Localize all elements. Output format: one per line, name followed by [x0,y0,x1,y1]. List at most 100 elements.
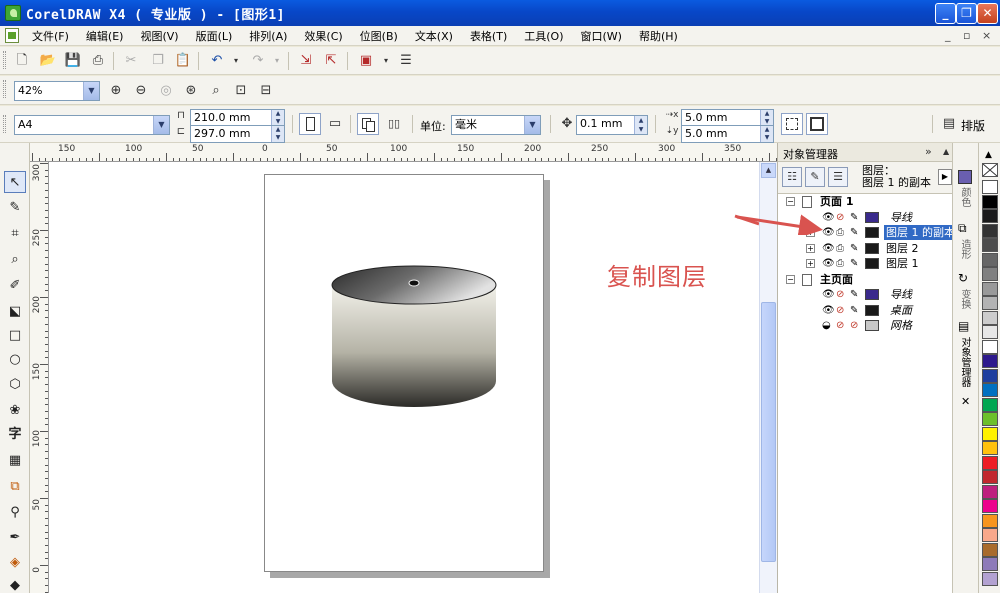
palette-swatch[interactable] [982,426,998,441]
edit-lock-icon[interactable]: ✎ [850,288,858,301]
palette-swatch[interactable] [982,455,998,470]
palette-swatch[interactable] [982,310,998,325]
ellipse-tool-icon[interactable]: ○ [4,349,26,371]
layer-row[interactable]: 👁 ⊘ ✎ 导线 [778,287,953,302]
menu-tools[interactable]: 工具(O) [524,28,563,44]
palette-swatch[interactable] [982,368,998,383]
palette-swatch[interactable] [982,209,998,223]
shaping-tab-icon[interactable]: ⧉ [958,221,967,236]
close-button[interactable]: ✕ [977,3,998,24]
edit-lock-icon[interactable]: ✎ [850,304,858,317]
page-height-field[interactable]: 297.0 mm ▲ ▼ [190,125,285,143]
horizontal-ruler[interactable]: 150 100 50 0 50 100 150 200 250 300 350 [30,143,778,162]
spin-arrows-icon[interactable]: ▲ ▼ [760,110,773,126]
shape-tool-icon[interactable]: ✎ [4,197,26,219]
object-manager-tab-icon[interactable]: ▤ [958,319,969,333]
import-icon[interactable]: ⇲ [296,51,316,71]
toolbar-grip[interactable] [3,51,6,69]
layer-name[interactable]: 桌面 [888,303,914,318]
page-node[interactable]: − 主页面 [778,272,953,287]
paper-size-combo[interactable]: A4 ▼ [14,115,170,135]
doc-restore-button[interactable]: ▫ [963,29,970,42]
zoom-out-icon[interactable]: ⊖ [131,81,151,101]
menu-bitmaps[interactable]: 位图(B) [360,28,398,44]
spin-arrows-icon[interactable]: ▲ ▼ [634,116,647,134]
copy-icon[interactable]: ❐ [148,51,168,71]
palette-swatch[interactable] [982,354,998,368]
table-tool-icon[interactable]: ▦ [4,450,26,472]
current-page-button[interactable]: ▯▯ [384,114,404,134]
palette-swatch[interactable] [982,252,998,267]
menu-effects[interactable]: 效果(C) [304,28,342,44]
rectangle-tool-icon[interactable]: □ [4,325,26,347]
menu-help[interactable]: 帮助(H) [639,28,678,44]
save-icon[interactable]: 💾 [63,51,83,71]
redo-icon[interactable]: ↷ [248,51,268,71]
visibility-icon[interactable]: 👁 [822,242,835,255]
cylinder-drawing[interactable] [49,162,759,593]
doc-minimize-button[interactable]: _ [945,29,951,42]
interactive-fill-tool-icon[interactable]: ◆ [4,575,26,593]
palette-swatch[interactable] [982,528,998,542]
palette-swatch[interactable] [982,513,998,528]
palette-swatch[interactable] [982,557,998,571]
menu-text[interactable]: 文本(X) [415,28,453,44]
flyout-menu-icon[interactable]: ▶ [938,169,952,185]
launcher-dropdown-icon[interactable]: ▾ [376,51,396,71]
color-tab-icon[interactable] [958,170,972,184]
palette-swatch[interactable] [982,180,998,194]
redo-dropdown-icon[interactable]: ▾ [267,51,287,71]
edit-across-layers-icon[interactable]: ✎ [805,167,825,187]
nudge-distance-field[interactable]: 0.1 mm ▲ ▼ [576,115,648,135]
zoom-tool-icon[interactable]: ⌕ [4,249,26,271]
print-icon[interactable]: ⎙ [88,51,108,71]
layer-name[interactable]: 图层 1 [884,256,921,271]
scroll-up-icon[interactable]: ▲ [761,163,776,178]
zoom-selected-icon[interactable]: ◎ [156,81,176,101]
layer-manager-view-icon[interactable]: ☰ [828,167,848,187]
scroll-thumb[interactable] [761,302,776,562]
menu-window[interactable]: 窗口(W) [581,28,622,44]
vertical-ruler[interactable]: 300 250 200 150 100 50 0 [30,162,49,593]
tab-shaping[interactable]: 造形 [957,239,972,259]
spin-arrows-icon[interactable]: ▲ ▼ [271,126,284,142]
undo-dropdown-icon[interactable]: ▾ [226,51,246,71]
layer-color-swatch[interactable] [865,258,879,269]
docker-collapse-icon[interactable]: ▲ [943,147,949,156]
pick-tool-icon[interactable]: ↖ [4,171,26,193]
palette-swatch[interactable] [982,238,998,252]
layer-name[interactable]: 图层 1 的副本 [884,225,953,240]
document-icon[interactable] [5,28,19,43]
edit-lock-icon[interactable]: ✎ [850,257,858,270]
all-pages-button[interactable] [357,113,379,135]
spin-arrows-icon[interactable]: ▲ ▼ [271,110,284,126]
palette-swatch[interactable] [982,339,998,354]
palette-swatch[interactable] [982,484,998,499]
palette-swatch[interactable] [982,296,998,310]
palette-swatch[interactable] [982,542,998,557]
palette-swatch[interactable] [982,412,998,426]
layer-color-swatch[interactable] [865,320,879,331]
layer-name[interactable]: 图层 2 [884,241,921,256]
print-icon[interactable]: ⎙ [836,242,844,255]
layer-row[interactable]: + 👁 ⎙ ✎ 图层 1 [778,256,953,271]
layer-name[interactable]: 导线 [888,210,914,225]
chevron-down-icon[interactable]: ▼ [524,116,540,134]
options-icon[interactable]: ☰ [396,51,416,71]
zoom-level-combo[interactable]: 42% ▼ [14,81,100,101]
edit-lock-icon[interactable]: ✎ [850,226,858,239]
chevron-down-icon[interactable]: ▼ [83,82,99,100]
new-document-icon[interactable]: 🗋 [12,51,32,71]
page-frame-button[interactable] [806,113,828,135]
layer-name[interactable]: 网格 [888,318,914,333]
zoom-page-icon[interactable]: ⌕ [206,81,226,101]
visibility-icon[interactable]: 👁 [822,257,835,270]
palette-swatch[interactable] [982,571,998,586]
layer-color-swatch[interactable] [865,227,879,238]
crop-tool-icon[interactable]: ⌗ [4,223,26,245]
menu-arrange[interactable]: 排列(A) [249,28,287,44]
chevron-down-icon[interactable]: ▼ [153,116,169,134]
menu-edit[interactable]: 编辑(E) [86,28,124,44]
zoom-page-width-icon[interactable]: ⊡ [231,81,251,101]
palette-swatch[interactable] [982,499,998,513]
